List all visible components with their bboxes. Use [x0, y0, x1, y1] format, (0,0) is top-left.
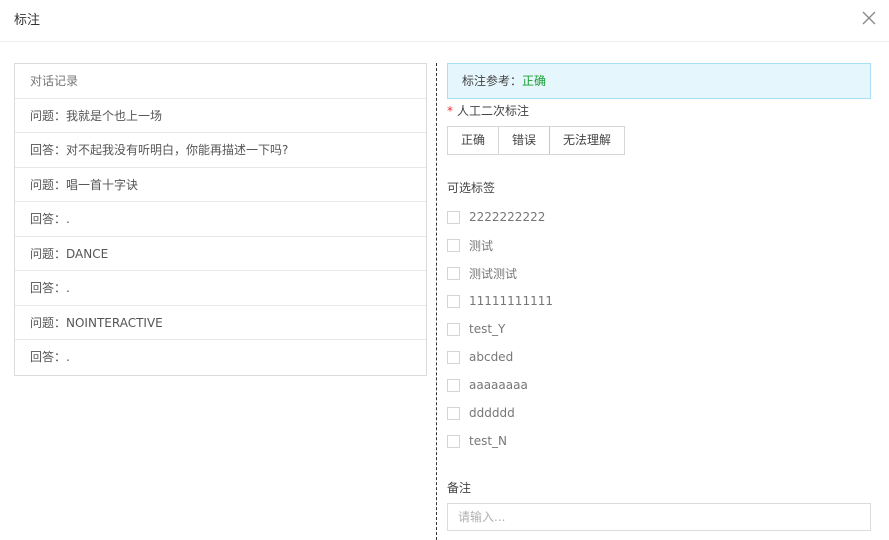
cannot-understand-button[interactable]: 无法理解	[550, 126, 626, 155]
tag-label: test_Y	[469, 322, 506, 336]
chat-row: 问题：NOINTERACTIVE	[15, 306, 426, 340]
optional-tags-title: 可选标签	[447, 181, 496, 195]
tag-item[interactable]: test_Y	[447, 315, 553, 343]
checkbox[interactable]	[447, 238, 460, 252]
wrong-button[interactable]: 错误	[499, 126, 551, 155]
chat-record-header: 对话记录	[15, 64, 426, 99]
tag-label: 测试	[469, 238, 494, 253]
checkbox[interactable]	[447, 378, 460, 392]
annotation-button-group: 正确 错误 无法理解	[447, 126, 626, 155]
tag-label: test_N	[469, 434, 508, 448]
tag-label: 11111111111	[469, 294, 553, 308]
tag-label: 2222222222	[469, 210, 546, 224]
modal-title: 标注	[14, 13, 41, 28]
tag-item[interactable]: 11111111111	[447, 287, 553, 315]
tag-label: dddddd	[469, 406, 515, 420]
checkbox[interactable]	[447, 322, 460, 336]
chat-row: 问题：DANCE	[15, 237, 426, 271]
close-icon[interactable]	[861, 10, 877, 26]
tag-item[interactable]: test_N	[447, 427, 553, 455]
checkbox[interactable]	[447, 350, 460, 364]
chat-row: 回答：.	[15, 271, 426, 306]
remark-title: 备注	[447, 481, 472, 495]
reference-label: 标注参考：	[462, 74, 523, 88]
panel-divider	[436, 63, 437, 540]
manual-annotation-text: 人工二次标注	[457, 104, 530, 118]
checkbox[interactable]	[447, 210, 460, 224]
checkbox[interactable]	[447, 294, 460, 308]
reference-box: 标注参考：正确	[447, 63, 871, 99]
tag-item[interactable]: 测试	[447, 231, 553, 259]
checkbox[interactable]	[447, 266, 460, 280]
tag-item[interactable]: 2222222222	[447, 203, 553, 231]
tag-item[interactable]: abcded	[447, 343, 553, 371]
tag-item[interactable]: 测试测试	[447, 259, 553, 287]
chat-row: 问题：我就是个也上一场	[15, 99, 426, 133]
chat-row: 问题：唱一首十字诀	[15, 168, 426, 202]
modal-header: 标注	[0, 0, 889, 42]
checkbox[interactable]	[447, 406, 460, 420]
required-star: *	[447, 104, 453, 118]
chat-row: 回答：.	[30, 350, 70, 364]
chat-row: 回答：对不起我没有听明白，你能再描述一下吗?	[15, 133, 426, 168]
tag-item[interactable]: aaaaaaaa	[447, 371, 553, 399]
tag-label: aaaaaaaa	[469, 378, 528, 392]
tag-label: 测试测试	[469, 266, 518, 281]
tag-label: abcded	[469, 350, 514, 364]
chat-record-panel: 对话记录 问题：我就是个也上一场 回答：对不起我没有听明白，你能再描述一下吗? …	[14, 63, 427, 376]
tag-item[interactable]: dddddd	[447, 399, 553, 427]
correct-button[interactable]: 正确	[447, 126, 500, 155]
remark-input[interactable]	[447, 503, 871, 531]
reference-value: 正确	[522, 74, 547, 88]
checkbox[interactable]	[447, 434, 460, 448]
chat-row: 回答：.	[15, 202, 426, 237]
tag-list: 2222222222 测试 测试测试 11111111111 test_Y ab…	[447, 203, 553, 455]
manual-annotation-label: * 人工二次标注	[447, 102, 529, 119]
